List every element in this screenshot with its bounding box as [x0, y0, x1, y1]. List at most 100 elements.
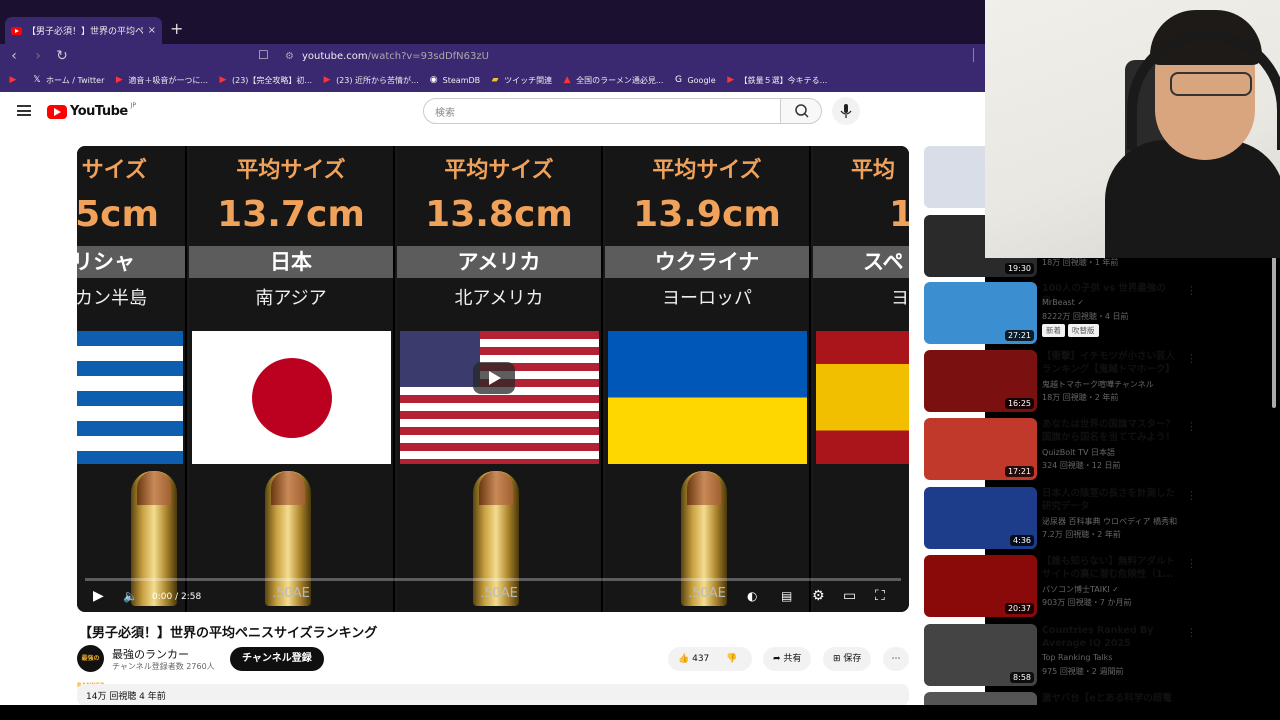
video-thumbnail[interactable]: 17:21 — [924, 418, 1037, 480]
search-button[interactable] — [780, 98, 822, 124]
country-name: ウクライナ — [605, 246, 809, 278]
scrollbar-thumb[interactable] — [1272, 248, 1276, 408]
search-icon — [795, 104, 809, 118]
recommendation-item[interactable]: 20:37 【誰も知らない】無料アダルトサイトの裏に潜む危険性（1... パソコ… — [924, 555, 1264, 617]
share-button[interactable]: ➦ 共有 — [763, 647, 812, 671]
settings-icon[interactable]: ⚙ — [812, 588, 825, 604]
duration-badge: 8:58 — [1010, 672, 1034, 683]
channel-name[interactable]: QuizBolt TV 日本語 — [1042, 447, 1115, 458]
description-box[interactable]: 14万 回視聴 4 年前 — [77, 684, 909, 705]
more-actions-button[interactable]: ⋯ — [883, 647, 909, 671]
spain-flag — [816, 331, 909, 464]
channel-name[interactable]: 最強のランカー — [112, 646, 189, 662]
menu-icon[interactable] — [17, 105, 31, 116]
volume-icon[interactable]: 🔈 — [123, 588, 138, 604]
video-thumbnail[interactable]: 8:58 — [924, 624, 1037, 686]
new-tab-button[interactable]: + — [170, 19, 183, 39]
region-name: 北アメリカ — [454, 288, 544, 309]
view-count: 14万 回視聴 4 年前 — [86, 692, 166, 702]
recommendation-item[interactable]: 17:21 あなたは世界の国旗マスター？国旗から国名を当ててみよう！ QuizB… — [924, 418, 1264, 480]
bookmark-item[interactable]: ▶ 適音＋吸音が一つに... — [114, 75, 208, 86]
channel-name[interactable]: 泌尿器 百科事典 ウロペディア 橋秀和 — [1042, 516, 1177, 527]
bookmark-item[interactable]: 𝕏 ホーム / Twitter — [32, 75, 104, 86]
bookmark-item[interactable]: ▶ 【鉄量５選】今キテる... — [726, 75, 827, 86]
video-thumbnail[interactable]: 4:36 — [924, 487, 1037, 549]
progress-bar[interactable] — [85, 578, 901, 581]
video-title[interactable]: 【衝撃】イチモツが小さい芸人ランキング【鬼越トマホーク】 — [1042, 350, 1177, 376]
more-options-icon[interactable]: ⋮ — [1186, 284, 1197, 297]
play-icon[interactable]: ▶ — [93, 588, 104, 604]
duration-badge: 19:30 — [1004, 263, 1034, 274]
recommendation-item[interactable]: 16:25 【衝撃】イチモツが小さい芸人ランキング【鬼越トマホーク】 鬼越トマホ… — [924, 350, 1264, 412]
bookmark-icon[interactable]: ☐ — [258, 48, 269, 62]
tab-close-icon[interactable]: × — [148, 25, 156, 36]
like-dislike-button[interactable]: 👍 437 👎 — [668, 647, 752, 671]
tab-title: 【男子必須！】世界の平均ペニスサ — [27, 27, 143, 37]
recommendation-item[interactable]: 27:21 100人の子供 vs 世界最強の男！ MrBeast ✓ 8222万… — [924, 282, 1264, 344]
steam-icon: ◉ — [429, 75, 438, 85]
folder-icon: ▰ — [491, 75, 499, 85]
japan-flag — [192, 331, 391, 464]
channel-name[interactable]: パソコン博士TAIKI ✓ — [1042, 584, 1119, 595]
recommendation-item[interactable]: 8:58 Countries Ranked By Average IQ 2025… — [924, 624, 1264, 686]
browser-tab[interactable]: 【男子必須！】世界の平均ペニスサ × — [5, 17, 162, 44]
video-title[interactable]: あなたは世界の国旗マスター？国旗から国名を当ててみよう！ — [1042, 418, 1177, 444]
bookmark-item[interactable]: ◉ SteamDB — [429, 75, 480, 85]
average-size-label: サイズ — [81, 158, 147, 183]
bookmark-item[interactable]: ▰ ツイッチ関連 — [490, 75, 552, 86]
channel-name[interactable]: Top Ranking Talks — [1042, 653, 1112, 662]
video-player[interactable]: サイズ 5cm リシャ カン半島 平均サイズ 13.7cm 日本 南アジア .5… — [77, 146, 909, 612]
thumbs-up-icon[interactable]: 👍 — [678, 654, 689, 664]
video-title[interactable]: 日本人の陰茎の長さを計測した研究データ — [1042, 487, 1177, 513]
video-title[interactable]: 激ヤバ台【eとある科学の超電 — [1042, 692, 1177, 705]
search-input[interactable]: 検索 — [423, 98, 781, 124]
new-badge: 新着 — [1042, 324, 1065, 337]
average-size-label: 平均サイズ — [236, 158, 346, 183]
video-title[interactable]: 【誰も知らない】無料アダルトサイトの裏に潜む危険性（1... — [1042, 555, 1177, 581]
video-title[interactable]: Countries Ranked By Average IQ 2025 — [1042, 624, 1177, 650]
more-options-icon[interactable]: ⋮ — [1186, 489, 1197, 502]
recommendation-item[interactable]: 激ヤバ台【eとある科学の超電 — [924, 692, 1264, 706]
ukraine-flag — [608, 331, 807, 464]
size-value: 13.9cm — [633, 194, 781, 235]
video-meta: 8222万 回視聴・4 日前 — [1042, 312, 1129, 321]
video-thumbnail[interactable] — [924, 692, 1037, 706]
more-options-icon[interactable]: ⋮ — [1186, 557, 1197, 570]
url-path: /watch?v=93sdDfN63zU — [367, 50, 489, 62]
autoplay-toggle[interactable]: ◐ — [747, 588, 757, 604]
address-field[interactable]: ⚙ youtube.com/watch?v=93sdDfN63zU — [285, 44, 489, 68]
site-info-icon[interactable]: ⚙ — [285, 51, 294, 62]
forward-icon[interactable]: › — [28, 48, 48, 64]
recommendation-item[interactable]: 4:36 日本人の陰茎の長さを計測した研究データ 泌尿器 百科事典 ウロペディア… — [924, 487, 1264, 549]
channel-avatar[interactable]: 最強のRANKER — [77, 645, 105, 689]
region-name: 南アジア — [255, 288, 327, 309]
thumbs-down-icon[interactable]: 👎 — [726, 654, 737, 664]
subscribe-button[interactable]: チャンネル登録 — [230, 647, 324, 671]
region-name: ヨー — [891, 288, 909, 309]
video-thumbnail[interactable]: 20:37 — [924, 555, 1037, 617]
play-overlay-icon[interactable] — [473, 362, 515, 394]
bookmark-item[interactable]: ▶ (23)【完全攻略】初... — [218, 75, 313, 86]
more-options-icon[interactable]: ⋮ — [1186, 420, 1197, 433]
theater-mode-icon[interactable]: ▭ — [843, 588, 856, 604]
bookmark-item[interactable]: G Google — [673, 75, 716, 85]
size-value: 14 — [889, 194, 909, 235]
video-thumbnail[interactable]: 16:25 — [924, 350, 1037, 412]
duration-badge: 17:21 — [1004, 466, 1034, 477]
more-options-icon[interactable]: ⋮ — [1186, 352, 1197, 365]
bookmark-item[interactable]: ▶ — [8, 75, 22, 85]
captions-icon[interactable]: ▤ — [781, 588, 792, 604]
channel-name[interactable]: MrBeast ✓ — [1042, 298, 1084, 307]
youtube-logo[interactable]: YouTube JP — [47, 102, 136, 119]
video-thumbnail[interactable]: 27:21 — [924, 282, 1037, 344]
reload-icon[interactable]: ↻ — [52, 48, 72, 64]
bookmark-item[interactable]: ▶ (23) 近所から苦情が... — [322, 75, 419, 86]
voice-search-button[interactable] — [832, 97, 860, 125]
bookmark-item[interactable]: ▲ 全国のラーメン通必見... — [562, 75, 664, 86]
more-options-icon[interactable]: ⋮ — [1186, 626, 1197, 639]
channel-name[interactable]: 鬼越トマホーク喧嘩チャンネル — [1042, 379, 1154, 390]
back-icon[interactable]: ‹ — [4, 48, 24, 64]
save-button[interactable]: ⊞ 保存 — [823, 647, 872, 671]
fullscreen-icon[interactable]: ⛶ — [875, 588, 885, 604]
player-controls: ▶ 🔈 0:00 / 2:58 ◐ ▤ ⚙ ▭ ⛶ — [77, 582, 909, 612]
